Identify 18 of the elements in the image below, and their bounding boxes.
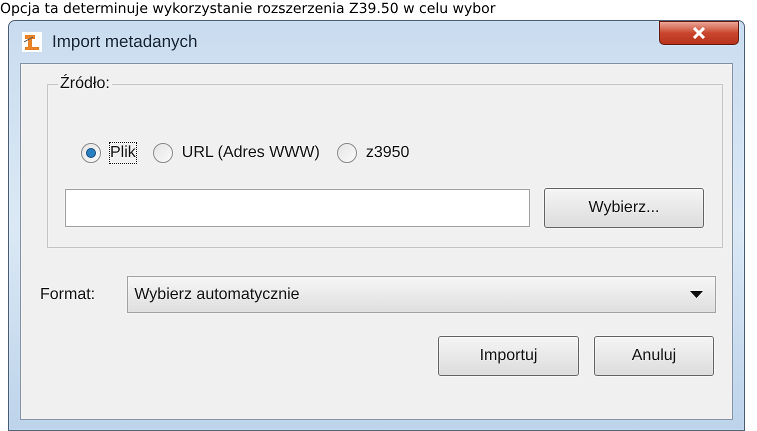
dialog-button[interactable]: Anuluj [594,336,714,376]
radio-label[interactable]: URL (Adres WWW) [180,142,321,164]
dialog-button[interactable]: Importuj [438,336,579,376]
radio-button[interactable] [336,143,357,163]
format-dropdown[interactable]: Wybierz automatycznie [127,276,716,313]
dropdown-arrow-icon [690,291,703,298]
close-icon [692,27,706,39]
file-path-field[interactable] [65,189,530,227]
format-label: Format: [40,284,96,304]
radio-label[interactable]: z3950 [364,142,410,164]
radio-label[interactable]: Plik [109,142,137,164]
window-title: Import metadanych [52,31,198,54]
radio-button[interactable] [81,143,101,163]
radio-button[interactable] [152,143,173,163]
background-text: Opcja ta determinuje wykorzystanie rozszerzenia Z39.50 w celu wybor [0,0,496,18]
app-logo-icon [22,32,42,52]
choose-button[interactable]: Wybierz... [544,188,704,228]
close-button[interactable] [659,21,739,45]
